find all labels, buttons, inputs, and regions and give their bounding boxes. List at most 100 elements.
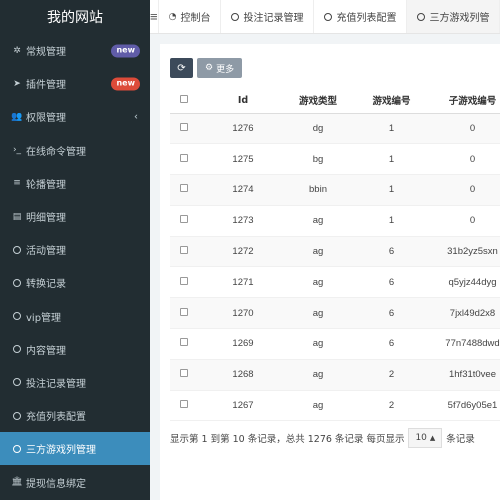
- sidebar: 我的网站 ✲ 常规管理 new ➤ 插件管理 new 👥 权限管理 ‹ ›_ 在线命令管理 ≡ 轮播管理…: [0, 0, 150, 500]
- tab[interactable]: ◔ 控制台: [159, 0, 222, 33]
- cell-sub-game-no: 77n7488dwd: [435, 328, 500, 360]
- cell-game-type: ag: [288, 328, 348, 360]
- table-row[interactable]: 1273 ag 1 0: [170, 205, 500, 237]
- table-row[interactable]: 1269 ag 6 77n7488dwd: [170, 328, 500, 360]
- row-checkbox[interactable]: [180, 246, 188, 255]
- select-all-cell[interactable]: [170, 88, 198, 114]
- row-select-cell[interactable]: [170, 236, 198, 268]
- tab-label: 控制台: [180, 13, 211, 24]
- main-panel: ⟳ ⚙ 更多 Id 游戏类型 游戏编号 子游戏编号 1276 dg 1 0 1275 bg…: [160, 44, 500, 500]
- cell-game-no: 6: [348, 266, 435, 299]
- sidebar-item[interactable]: ≡ 轮播管理: [0, 167, 150, 200]
- sidebar-item[interactable]: 投注记录管理: [0, 366, 150, 399]
- table-row[interactable]: 1271 ag 6 q5yjz44dyg: [170, 266, 500, 299]
- row-select-cell[interactable]: [170, 297, 198, 330]
- circle-o-icon: [10, 444, 24, 453]
- col-header-game-type[interactable]: 游戏类型: [288, 88, 348, 114]
- row-select-cell[interactable]: [170, 359, 198, 391]
- row-checkbox[interactable]: [180, 307, 188, 316]
- row-select-cell[interactable]: [170, 266, 198, 299]
- table-row[interactable]: 1276 dg 1 0: [170, 113, 500, 145]
- row-select-cell[interactable]: [170, 143, 198, 176]
- table-row[interactable]: 1268 ag 2 1hf31t0vee: [170, 359, 500, 391]
- sidebar-item-label: 权限管理: [26, 113, 66, 125]
- dashboard-icon: ◔: [168, 11, 177, 22]
- sidebar-item[interactable]: 👥 权限管理 ‹: [0, 100, 150, 133]
- tab[interactable]: 三方游戏列管: [407, 0, 500, 33]
- row-checkbox[interactable]: [180, 215, 188, 224]
- cell-game-no: 1: [348, 143, 435, 176]
- cell-sub-game-no: q5yjz44dyg: [435, 266, 500, 299]
- table-row[interactable]: 1275 bg 1 0: [170, 143, 500, 176]
- row-checkbox[interactable]: [180, 338, 188, 347]
- cell-game-no: 6: [348, 297, 435, 330]
- sidebar-item[interactable]: 转换记录: [0, 266, 150, 299]
- row-checkbox[interactable]: [180, 369, 188, 378]
- col-header-game-no[interactable]: 游戏编号: [348, 88, 435, 114]
- row-checkbox[interactable]: [180, 276, 188, 285]
- cell-id: 1270: [198, 297, 288, 330]
- circle-o-icon: [10, 245, 24, 254]
- circle-o-icon: [417, 12, 426, 21]
- tab-label: 三方游戏列管: [429, 13, 490, 24]
- refresh-button[interactable]: ⟳: [170, 58, 193, 78]
- sidebar-item[interactable]: 内容管理: [0, 333, 150, 366]
- row-checkbox[interactable]: [180, 122, 188, 131]
- sidebar-item[interactable]: ▤ 明细管理: [0, 200, 150, 233]
- sidebar-item[interactable]: 三方游戏列管理: [0, 432, 150, 466]
- more-button[interactable]: ⚙ 更多: [197, 58, 243, 78]
- sidebar-item[interactable]: ✲ 常规管理 new: [0, 34, 150, 67]
- table-row[interactable]: 1272 ag 6 31b2yz5sxn: [170, 236, 500, 268]
- page-size-select[interactable]: 10 ▲: [408, 428, 443, 448]
- cell-id: 1268: [198, 359, 288, 391]
- cell-id: 1269: [198, 328, 288, 360]
- list-icon: ≡: [13, 178, 21, 189]
- row-select-cell[interactable]: [170, 174, 198, 206]
- cell-id: 1276: [198, 113, 288, 145]
- tab[interactable]: 充值列表配置: [314, 0, 408, 33]
- brand-title[interactable]: 我的网站: [0, 0, 150, 34]
- chevron-left-icon[interactable]: ‹: [134, 111, 138, 122]
- circle-o-icon: [10, 312, 24, 321]
- sidebar-item[interactable]: 🏛 提现信息绑定: [0, 465, 150, 498]
- row-checkbox[interactable]: [180, 184, 188, 193]
- row-select-cell[interactable]: [170, 205, 198, 237]
- cell-id: 1272: [198, 236, 288, 268]
- select-all-checkbox[interactable]: [180, 94, 188, 103]
- cell-game-type: ag: [288, 359, 348, 391]
- cell-sub-game-no: 1hf31t0vee: [435, 359, 500, 391]
- cell-id: 1271: [198, 266, 288, 299]
- sidebar-item[interactable]: vip管理: [0, 300, 150, 333]
- tabs-container: ◔ 控制台 投注记录管理 充值列表配置 三方游戏列管: [159, 0, 500, 33]
- terminal-icon: ›_: [12, 145, 22, 156]
- menu-toggle-icon[interactable]: ≡: [150, 0, 159, 33]
- tab[interactable]: 投注记录管理: [221, 0, 315, 33]
- row-select-cell[interactable]: [170, 328, 198, 360]
- row-checkbox[interactable]: [180, 400, 188, 409]
- row-select-cell[interactable]: [170, 390, 198, 422]
- cogs-icon: ✲: [13, 45, 21, 56]
- sidebar-item[interactable]: ›_ 在线命令管理: [0, 134, 150, 167]
- row-checkbox[interactable]: [180, 153, 188, 162]
- cell-id: 1275: [198, 143, 288, 176]
- table-row[interactable]: 1274 bbin 1 0: [170, 174, 500, 206]
- table-row[interactable]: 1267 ag 2 5f7d6y05e1: [170, 390, 500, 422]
- cell-game-type: bbin: [288, 174, 348, 206]
- sidebar-item-label: vip管理: [26, 312, 62, 324]
- pagination-info: 显示第 1 到第 10 条记录，总共 1276 条记录 每页显示 10 ▲ 条记…: [170, 428, 475, 448]
- cell-game-no: 1: [348, 174, 435, 206]
- row-select-cell[interactable]: [170, 113, 198, 145]
- table-row[interactable]: 1270 ag 6 7jxl49d2x8: [170, 297, 500, 330]
- sidebar-item-label: 明细管理: [26, 213, 66, 225]
- cell-game-type: ag: [288, 390, 348, 422]
- col-header-id[interactable]: Id: [198, 88, 288, 114]
- sidebar-item[interactable]: 活动管理: [0, 233, 150, 266]
- sidebar-menu: ✲ 常规管理 new ➤ 插件管理 new 👥 权限管理 ‹ ›_ 在线命令管理 ≡ 轮播管理 ▤ 明细管理…: [0, 34, 150, 499]
- sidebar-item[interactable]: ➤ 插件管理 new: [0, 67, 150, 100]
- sidebar-item[interactable]: 充值列表配置: [0, 399, 150, 432]
- sidebar-item-label: 轮播管理: [26, 179, 66, 191]
- sidebar-item-label: 充值列表配置: [26, 412, 86, 424]
- table-header-row: Id 游戏类型 游戏编号 子游戏编号: [170, 88, 500, 114]
- col-header-sub-game-no[interactable]: 子游戏编号: [435, 88, 500, 114]
- sidebar-item-label: 内容管理: [26, 345, 66, 357]
